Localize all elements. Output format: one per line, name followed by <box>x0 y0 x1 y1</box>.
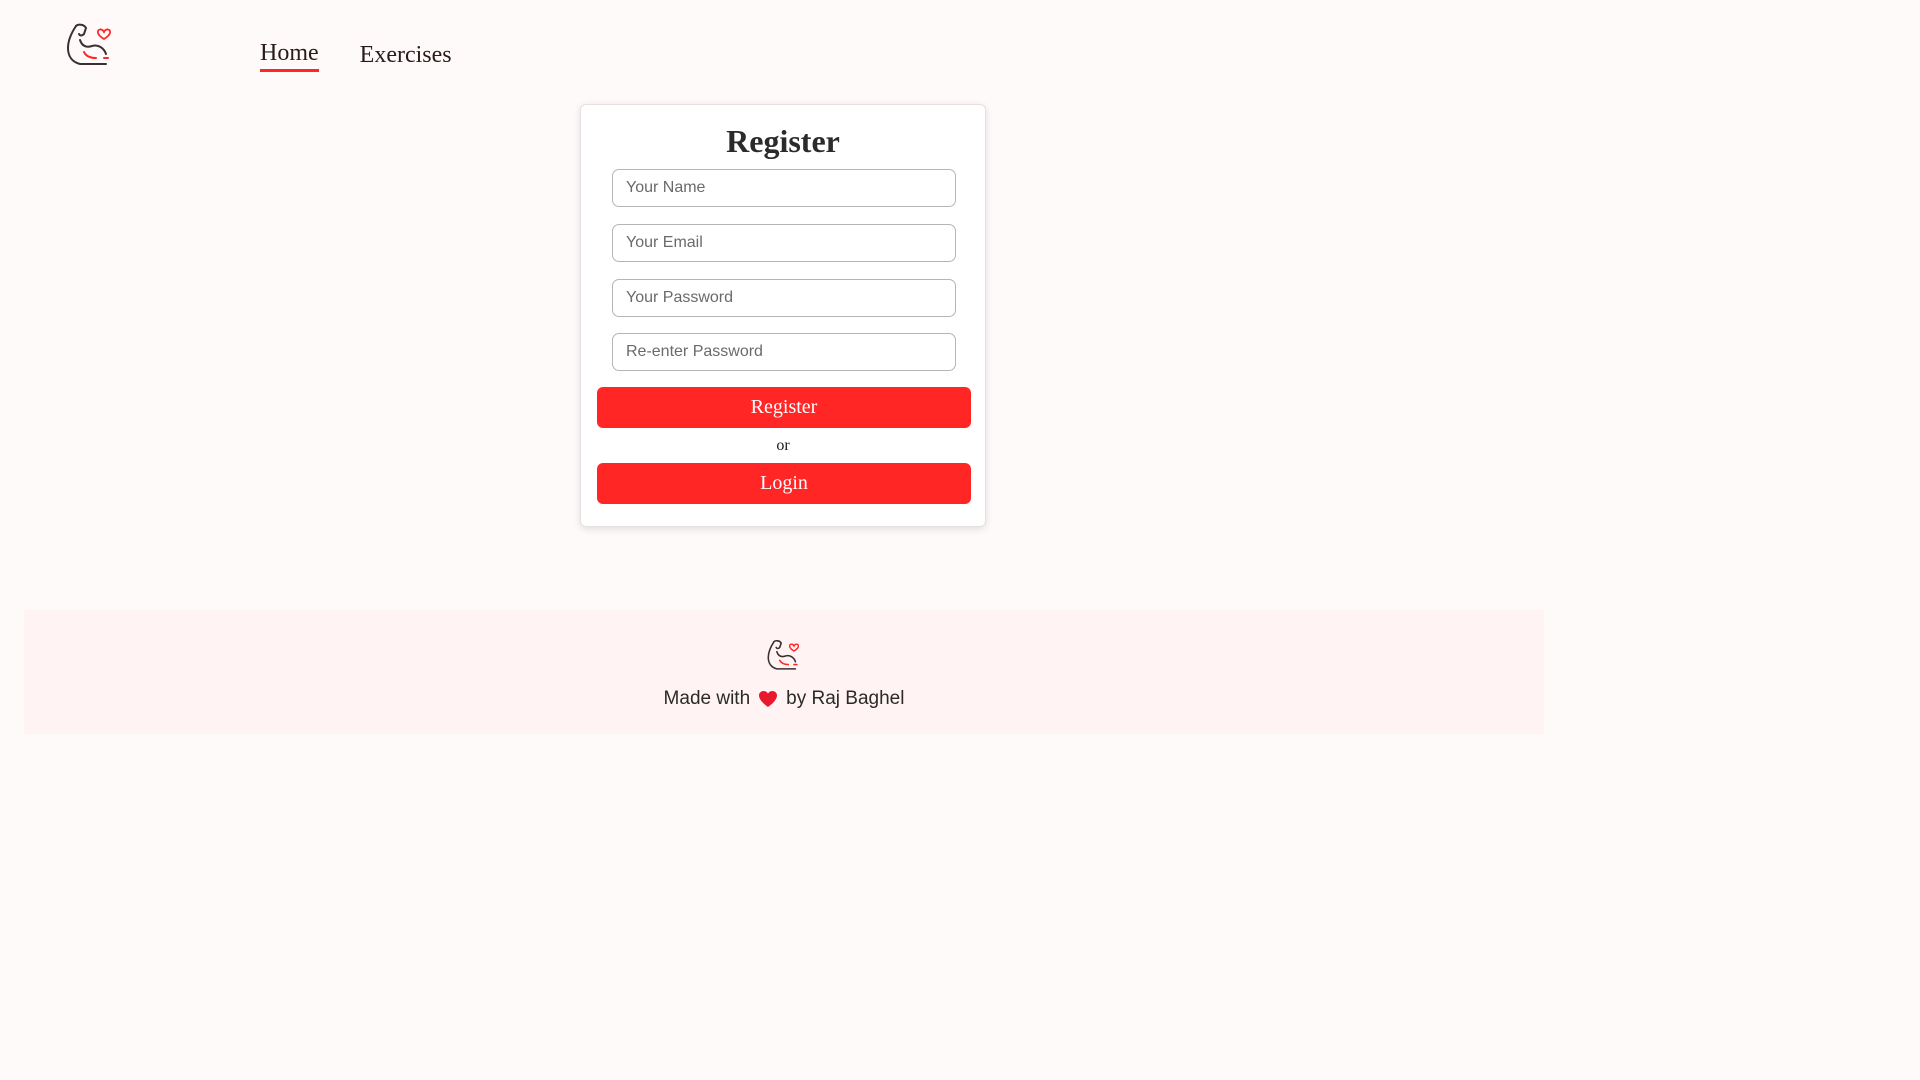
header-logo[interactable] <box>62 18 118 74</box>
footer-flexed-arm-heart-icon <box>767 639 800 670</box>
email-field[interactable] <box>612 224 956 262</box>
register-title: Register <box>726 123 840 159</box>
footer-credit: Made with by Raj Baghel <box>24 688 1544 710</box>
flexed-arm-heart-icon <box>66 23 112 65</box>
or-divider-text: or <box>776 437 790 454</box>
main-nav: Home Exercises <box>260 40 452 74</box>
nav-home[interactable]: Home <box>260 40 319 72</box>
register-button[interactable]: Register <box>597 387 971 428</box>
register-card: Register Register or Login <box>580 104 986 527</box>
reenter-password-field[interactable] <box>612 333 956 371</box>
nav-exercises[interactable]: Exercises <box>360 42 452 74</box>
name-field[interactable] <box>612 169 956 207</box>
made-with-text: Made with <box>663 688 751 709</box>
password-field[interactable] <box>612 279 956 317</box>
footer: Made with by Raj Baghel <box>24 610 1544 734</box>
login-button[interactable]: Login <box>597 463 971 504</box>
author-text: by Raj Baghel <box>786 688 905 709</box>
heart-icon <box>759 691 778 707</box>
